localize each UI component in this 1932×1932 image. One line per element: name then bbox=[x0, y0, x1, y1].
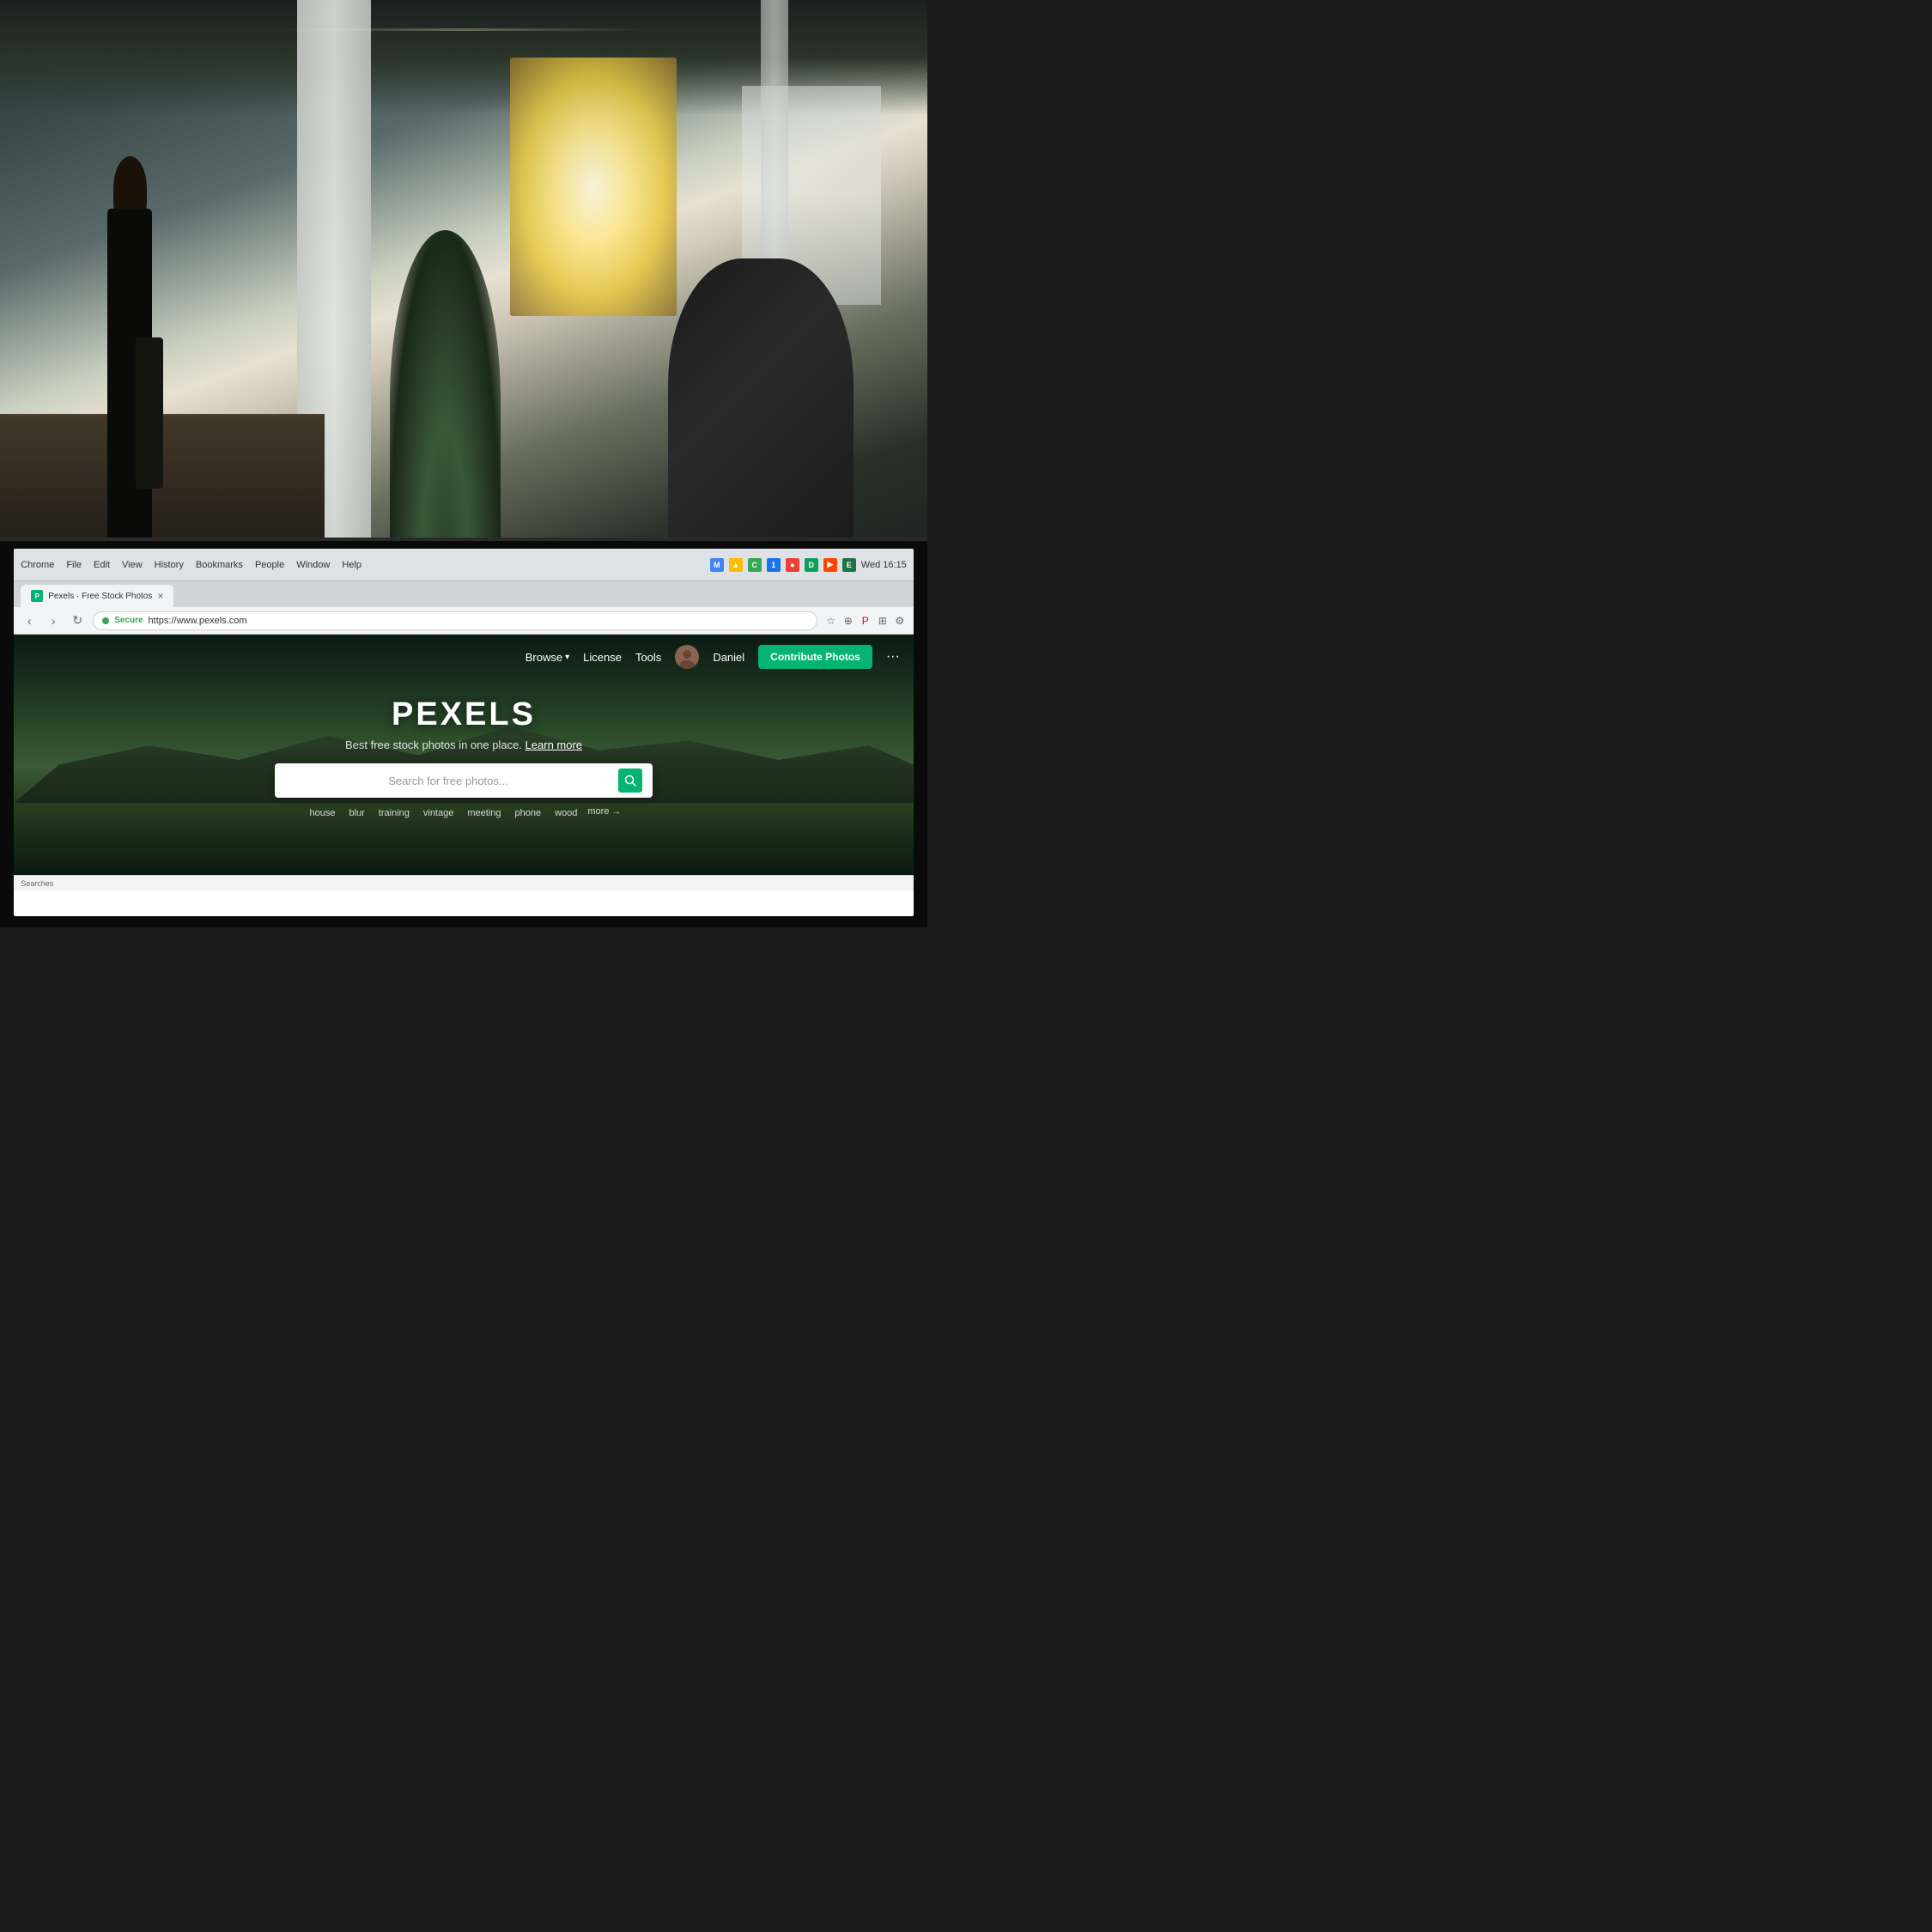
office-photo-background bbox=[0, 0, 927, 575]
pinterest-icon[interactable]: P bbox=[859, 614, 872, 628]
search-bar[interactable]: Search for free photos... bbox=[275, 763, 653, 798]
tag-vintage[interactable]: vintage bbox=[420, 806, 457, 820]
address-bar[interactable]: Secure https://www.pexels.com bbox=[93, 611, 817, 630]
learn-more-link[interactable]: Learn more bbox=[526, 738, 582, 751]
hero-section: PEXELS Best free stock photos in one pla… bbox=[14, 679, 914, 834]
menu-edit[interactable]: Edit bbox=[94, 560, 110, 570]
system-icons: M ▲ C 1 ● D ▶ E Wed 16:15 bbox=[710, 558, 907, 572]
user-name-label: Daniel bbox=[713, 651, 744, 664]
ext-icon-2[interactable]: ⚙ bbox=[893, 614, 907, 628]
ext4-icon: ▶ bbox=[823, 558, 837, 572]
url-display: https://www.pexels.com bbox=[149, 616, 247, 626]
browse-nav-item[interactable]: Browse bbox=[526, 651, 569, 664]
menu-view[interactable]: View bbox=[122, 560, 143, 570]
secure-indicator bbox=[102, 617, 109, 624]
tab-bar: P Pexels · Free Stock Photos × bbox=[14, 581, 914, 607]
chair bbox=[668, 258, 854, 574]
secure-label: Secure bbox=[114, 616, 143, 625]
tab-close-button[interactable]: × bbox=[157, 590, 163, 602]
more-tags-link[interactable]: more → bbox=[587, 806, 621, 820]
tag-house[interactable]: house bbox=[306, 806, 338, 820]
ext5-icon: E bbox=[842, 558, 856, 572]
tab-title: Pexels · Free Stock Photos bbox=[48, 592, 152, 601]
search-container: Search for free photos... bbox=[275, 763, 653, 798]
browser-statusbar: Searches bbox=[14, 875, 914, 890]
address-bar-icons: ☆ ⊕ P ⊞ ⚙ bbox=[824, 614, 907, 628]
browser-window: Chrome File Edit View History Bookmarks … bbox=[14, 549, 914, 915]
tag-meeting[interactable]: meeting bbox=[464, 806, 504, 820]
system-clock: Wed 16:15 bbox=[861, 560, 907, 570]
browser-menu-bar: Chrome File Edit View History Bookmarks … bbox=[14, 549, 914, 581]
more-options-button[interactable]: ··· bbox=[886, 649, 900, 665]
search-input[interactable]: Search for free photos... bbox=[285, 775, 611, 787]
pexels-logo: PEXELS bbox=[27, 696, 900, 733]
person-backpack bbox=[136, 337, 163, 489]
plant bbox=[390, 230, 501, 575]
tools-nav-item[interactable]: Tools bbox=[635, 651, 661, 664]
back-button[interactable]: ‹ bbox=[21, 612, 38, 629]
bright-window-center bbox=[510, 58, 677, 316]
menu-history[interactable]: History bbox=[155, 560, 184, 570]
laptop-screen-frame: Chrome File Edit View History Bookmarks … bbox=[0, 538, 927, 927]
bookmark-icon[interactable]: ☆ bbox=[824, 614, 838, 628]
tag-blur[interactable]: blur bbox=[345, 806, 368, 820]
quick-search-tags: house blur training vintage meeting phon… bbox=[27, 806, 900, 820]
calendar-icon: C bbox=[748, 558, 762, 572]
ext2-icon: ● bbox=[786, 558, 799, 572]
contribute-photos-button[interactable]: Contribute Photos bbox=[758, 645, 872, 669]
pexels-tagline: Best free stock photos in one place. Lea… bbox=[27, 738, 900, 751]
status-text: Searches bbox=[21, 879, 53, 888]
menu-window[interactable]: Window bbox=[296, 560, 330, 570]
tab-favicon: P bbox=[31, 590, 43, 602]
pexels-website: Browse License Tools Daniel Contribute P… bbox=[14, 635, 914, 875]
menu-people[interactable]: People bbox=[255, 560, 284, 570]
license-nav-item[interactable]: License bbox=[583, 651, 622, 664]
tag-phone[interactable]: phone bbox=[512, 806, 545, 820]
ext3-icon: D bbox=[805, 558, 818, 572]
refresh-button[interactable]: ↻ bbox=[69, 612, 86, 629]
reader-icon[interactable]: ⊕ bbox=[841, 614, 855, 628]
menu-chrome[interactable]: Chrome bbox=[21, 560, 54, 570]
person-silhouette bbox=[74, 143, 185, 574]
active-tab[interactable]: P Pexels · Free Stock Photos × bbox=[21, 585, 173, 607]
ext1-icon: 1 bbox=[767, 558, 781, 572]
tag-wood[interactable]: wood bbox=[551, 806, 580, 820]
menu-bookmarks[interactable]: Bookmarks bbox=[196, 560, 243, 570]
menu-file[interactable]: File bbox=[66, 560, 82, 570]
menu-help[interactable]: Help bbox=[342, 560, 361, 570]
tag-training[interactable]: training bbox=[375, 806, 413, 820]
user-avatar bbox=[675, 645, 699, 669]
pexels-navbar: Browse License Tools Daniel Contribute P… bbox=[14, 635, 914, 679]
menu-items: Chrome File Edit View History Bookmarks … bbox=[21, 560, 361, 570]
forward-button[interactable]: › bbox=[45, 612, 62, 629]
ext-icon-1[interactable]: ⊞ bbox=[876, 614, 890, 628]
overhead-lights bbox=[278, 28, 649, 31]
address-bar-row: ‹ › ↻ Secure https://www.pexels.com ☆ ⊕ … bbox=[14, 607, 914, 635]
gmail-icon: M bbox=[710, 558, 724, 572]
drive-icon: ▲ bbox=[729, 558, 743, 572]
search-submit-button[interactable] bbox=[618, 769, 642, 793]
